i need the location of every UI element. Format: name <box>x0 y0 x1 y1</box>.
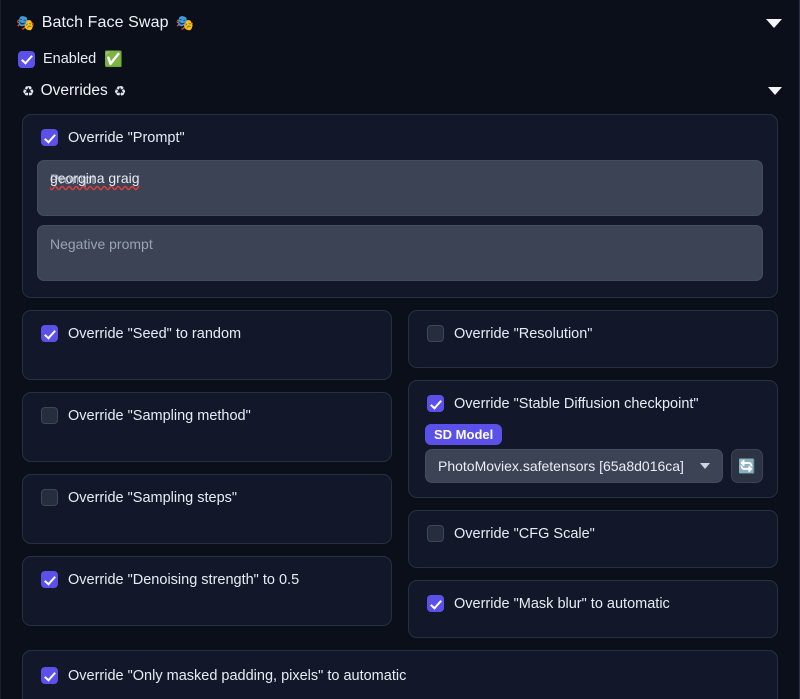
prompt-input[interactable] <box>37 160 763 216</box>
enabled-label: Enabled <box>43 51 96 67</box>
override-resolution-checkbox[interactable] <box>427 325 444 342</box>
override-sd-checkpoint-row[interactable]: Override "Stable Diffusion checkpoint" <box>423 395 763 412</box>
theater-masks-icon-left: 🎭 <box>16 14 35 32</box>
override-sampling-steps-checkbox[interactable] <box>41 489 58 506</box>
override-sampling-steps-label: Override "Sampling steps" <box>68 490 237 506</box>
override-seed-label: Override "Seed" to random <box>68 326 241 342</box>
left-edge-divider <box>0 0 1 699</box>
override-only-masked-padding-row[interactable]: Override "Only masked padding, pixels" t… <box>37 667 406 684</box>
override-cfg-scale-row[interactable]: Override "CFG Scale" <box>423 525 763 542</box>
override-resolution-row[interactable]: Override "Resolution" <box>423 325 763 342</box>
recycle-icon-right: ♻ <box>114 83 127 100</box>
override-only-masked-padding-panel: Override "Only masked padding, pixels" t… <box>22 650 778 699</box>
override-only-masked-padding-label: Override "Only masked padding, pixels" t… <box>68 668 406 684</box>
override-sampling-method-panel: Override "Sampling method" <box>22 392 392 462</box>
override-mask-blur-panel: Override "Mask blur" to automatic <box>408 580 778 638</box>
negative-prompt-input[interactable] <box>37 225 763 281</box>
override-resolution-label: Override "Resolution" <box>454 326 592 342</box>
override-mask-blur-row[interactable]: Override "Mask blur" to automatic <box>423 595 763 612</box>
override-cfg-scale-checkbox[interactable] <box>427 525 444 542</box>
override-sampling-steps-row[interactable]: Override "Sampling steps" <box>37 489 377 506</box>
green-check-badge-icon: ✅ <box>104 50 123 68</box>
overrides-title: Overrides <box>41 82 108 100</box>
override-only-masked-padding-checkbox[interactable] <box>41 667 58 684</box>
override-prompt-row[interactable]: Override "Prompt" <box>37 129 763 146</box>
refresh-models-button[interactable]: 🔄 <box>731 449 763 483</box>
sd-model-badge: SD Model <box>425 424 502 445</box>
recycle-icon-left: ♻ <box>22 83 35 100</box>
override-cfg-scale-panel: Override "CFG Scale" <box>408 510 778 568</box>
override-sd-checkpoint-label: Override "Stable Diffusion checkpoint" <box>454 396 699 412</box>
override-denoising-strength-row[interactable]: Override "Denoising strength" to 0.5 <box>37 571 377 588</box>
override-sd-checkpoint-panel: Override "Stable Diffusion checkpoint" S… <box>408 380 778 498</box>
overrides-collapse-caret-icon[interactable] <box>768 87 782 95</box>
override-mask-blur-checkbox[interactable] <box>427 595 444 612</box>
override-prompt-label: Override "Prompt" <box>68 130 185 146</box>
override-prompt-panel: Override "Prompt" georgina graig <box>22 114 778 298</box>
override-sampling-method-checkbox[interactable] <box>41 407 58 424</box>
overrides-group-header[interactable]: ♻ Overrides ♻ <box>0 72 800 108</box>
override-denoising-strength-label: Override "Denoising strength" to 0.5 <box>68 572 299 588</box>
enabled-checkbox[interactable] <box>18 51 35 68</box>
override-sd-checkpoint-checkbox[interactable] <box>427 395 444 412</box>
override-cfg-scale-label: Override "CFG Scale" <box>454 526 595 542</box>
batch-face-swap-accordion-header[interactable]: 🎭 Batch Face Swap 🎭 <box>0 0 800 44</box>
override-seed-panel: Override "Seed" to random <box>22 310 392 380</box>
override-denoising-strength-panel: Override "Denoising strength" to 0.5 <box>22 556 392 626</box>
override-sampling-steps-panel: Override "Sampling steps" <box>22 474 392 544</box>
page-title: Batch Face Swap <box>42 14 169 32</box>
override-seed-checkbox[interactable] <box>41 325 58 342</box>
sd-model-selected-value: PhotoMoviex.safetensors [65a8d016ca] <box>438 458 690 474</box>
sd-model-select-row: PhotoMoviex.safetensors [65a8d016ca] 🔄 <box>425 449 763 483</box>
override-denoising-strength-checkbox[interactable] <box>41 571 58 588</box>
chevron-down-icon <box>700 463 710 469</box>
right-column: Override "Resolution" Override "Stable D… <box>408 310 778 650</box>
left-column: Override "Seed" to random Override "Samp… <box>22 310 392 638</box>
enabled-row[interactable]: Enabled ✅ <box>0 44 800 72</box>
override-seed-row[interactable]: Override "Seed" to random <box>37 325 377 342</box>
sd-model-dropdown[interactable]: PhotoMoviex.safetensors [65a8d016ca] <box>425 449 723 483</box>
sd-model-badge-wrap: SD Model <box>423 424 763 449</box>
prompt-textarea-wrap: georgina graig <box>37 160 763 216</box>
refresh-icon: 🔄 <box>738 459 755 473</box>
override-mask-blur-label: Override "Mask blur" to automatic <box>454 596 670 612</box>
override-resolution-panel: Override "Resolution" <box>408 310 778 368</box>
overrides-columns: Override "Seed" to random Override "Samp… <box>0 298 800 650</box>
theater-masks-icon-right: 🎭 <box>176 14 195 32</box>
override-sampling-method-label: Override "Sampling method" <box>68 408 251 424</box>
override-prompt-checkbox[interactable] <box>41 129 58 146</box>
accordion-collapse-caret-icon[interactable] <box>766 19 782 28</box>
override-sampling-method-row[interactable]: Override "Sampling method" <box>37 407 377 424</box>
